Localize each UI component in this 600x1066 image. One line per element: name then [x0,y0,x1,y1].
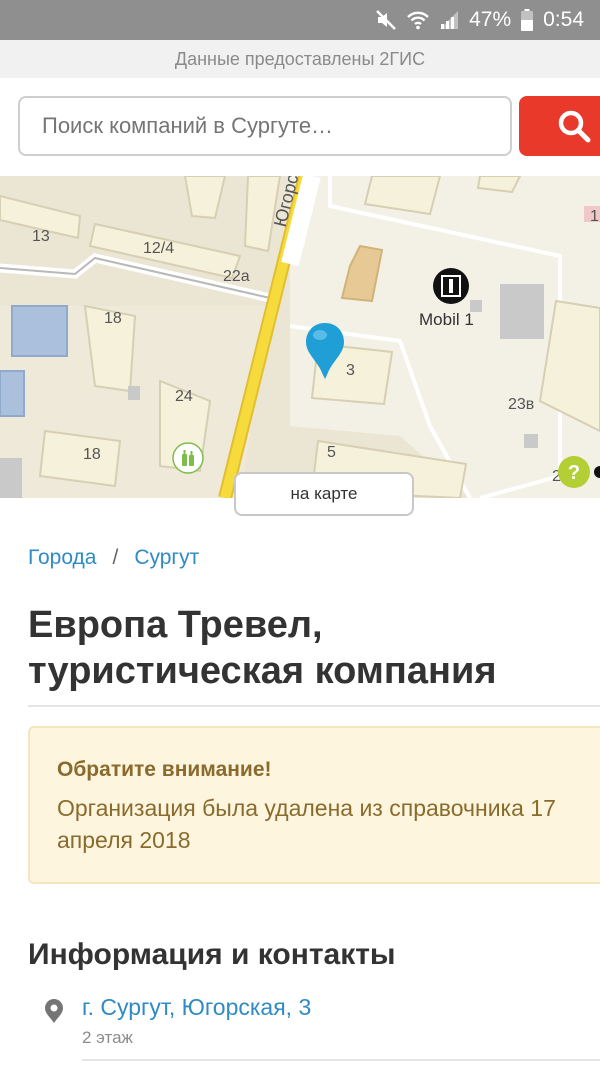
search-input[interactable] [18,96,512,156]
battery-icon [521,9,534,31]
page-title: Европа Тревел, туристическая компания [28,604,497,692]
search-button[interactable] [519,96,600,156]
notice-box: Обратите внимание! Организация была удал… [28,726,600,884]
map-house-label: 3 [346,362,355,379]
notice-heading: Обратите внимание! [57,758,272,781]
map-view[interactable]: Югорск 13 12/4 22а 18 24 18 3 5 23в 2 1 … [0,176,600,498]
location-marker-icon[interactable] [304,321,346,383]
fuel-station-icon[interactable] [431,266,471,306]
divider [82,1059,600,1061]
breadcrumb-separator: / [112,546,119,569]
section-heading-info: Информация и контакты [28,938,396,971]
svg-text:?: ? [568,462,580,484]
signal-icon [440,11,459,29]
poi-label: Mobil 1 [419,310,474,329]
map-house-label: 12/4 [143,240,175,257]
floor-info: 2 этаж [82,1028,133,1047]
mute-icon [376,10,396,30]
wifi-icon [407,11,429,30]
help-icon[interactable]: ? [556,454,600,490]
divider [28,705,600,707]
breadcrumb-cities-link[interactable]: Города [28,546,96,570]
map-house-label: 23в [508,396,535,413]
search-bar [0,78,600,176]
clock: 0:54 [543,8,584,31]
battery-percent: 47% [469,8,512,31]
address-row: г. Сургут, Югорская, 3 2 этаж [44,992,600,1058]
status-bar: 47% 0:54 [0,0,600,40]
map-pin-icon [45,999,63,1023]
map-house-label: 22а [223,268,250,285]
map-house-label: 18 [83,446,101,463]
map-house-label: 13 [32,228,50,245]
map-house-label: 18 [104,310,122,327]
search-icon [558,110,591,143]
notice-text: Организация была удалена из справочника … [57,795,556,853]
show-on-map-button[interactable]: на карте [234,472,414,516]
map-house-label: 5 [327,444,336,461]
breadcrumb-city-link[interactable]: Сургут [134,546,199,570]
liquor-store-icon[interactable] [172,442,204,474]
address-link[interactable]: г. Сургут, Югорская, 3 [82,994,311,1021]
breadcrumb: Города / Сургут [28,546,199,570]
map-house-label: 24 [175,388,193,405]
status-icons: 47% 0:54 [375,0,584,40]
map-house-label: 1 [590,208,599,225]
data-provider-note: Данные предоставлены 2ГИС [0,40,600,78]
